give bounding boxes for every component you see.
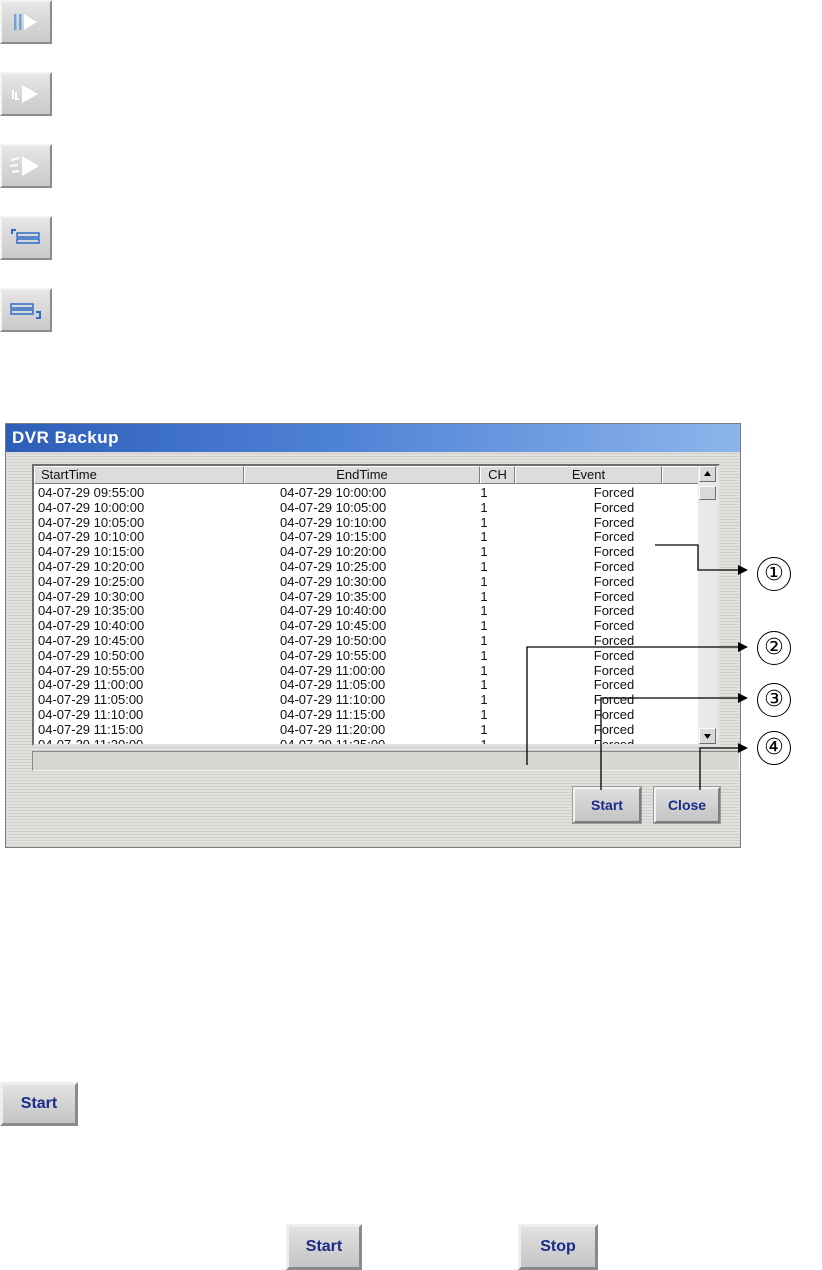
stop-button-state[interactable]: Stop	[518, 1224, 598, 1270]
start-button-example[interactable]: Start	[0, 1082, 78, 1126]
start-button-state[interactable]: Start	[286, 1224, 362, 1270]
callout-3: ③	[757, 683, 791, 717]
callout-lines	[526, 544, 748, 790]
callout-2: ②	[757, 631, 791, 665]
callout-1: ①	[757, 557, 791, 591]
callout-4: ④	[757, 731, 791, 765]
